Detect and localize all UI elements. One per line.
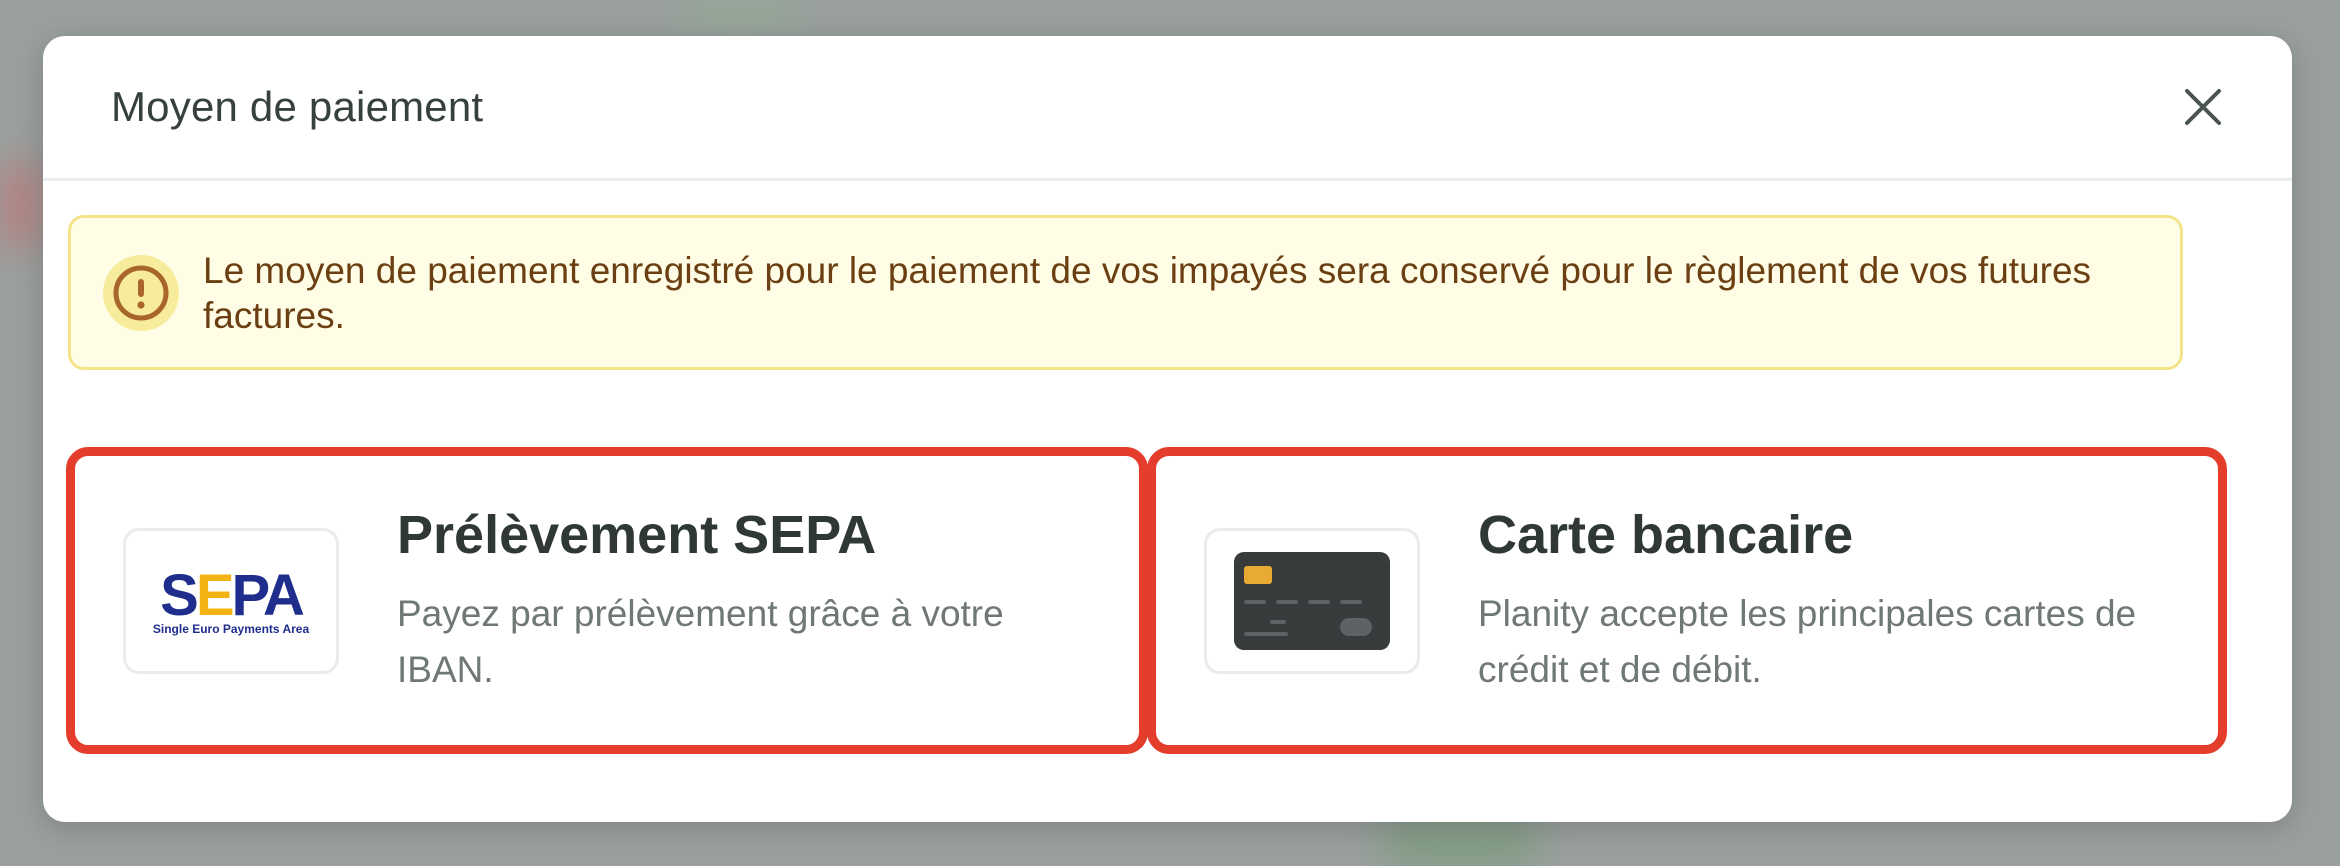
credit-card-option[interactable]: Carte bancaire Planity accepte les princ… bbox=[1147, 447, 2227, 754]
sepa-option-text: Prélèvement SEPA Payez par prélèvement g… bbox=[397, 504, 1057, 698]
credit-card-option-text: Carte bancaire Planity accepte les princ… bbox=[1478, 504, 2138, 698]
backdrop-shape bbox=[0, 160, 40, 250]
sepa-option[interactable]: SEPA € Single Euro Payments Area Prélève… bbox=[66, 447, 1148, 754]
credit-card-option-description: Planity accepte les principales cartes d… bbox=[1478, 592, 2137, 690]
credit-card-option-title: Carte bancaire bbox=[1478, 504, 1854, 565]
exclamation-circle-icon bbox=[103, 254, 179, 331]
sepa-logo-subtext: Single Euro Payments Area bbox=[153, 622, 310, 636]
close-icon bbox=[2185, 89, 2221, 125]
modal-title: Moyen de paiement bbox=[111, 83, 484, 130]
alert-message: Le moyen de paiement enregistré pour le … bbox=[203, 249, 2092, 336]
backdrop-shape bbox=[1380, 820, 1540, 866]
sepa-logo-graphic: SEPA € Single Euro Payments Area bbox=[153, 563, 310, 636]
close-button[interactable] bbox=[2178, 82, 2228, 132]
backdrop-shape bbox=[680, 0, 800, 30]
sepa-option-title: Prélèvement SEPA bbox=[397, 504, 877, 565]
modal-header: Moyen de paiement bbox=[43, 36, 2292, 181]
sepa-option-description: Payez par prélèvement grâce à votre IBAN… bbox=[397, 592, 1004, 690]
credit-card-icon bbox=[1234, 551, 1390, 650]
credit-card-logo bbox=[1204, 527, 1420, 674]
info-alert: Le moyen de paiement enregistré pour le … bbox=[68, 215, 2183, 370]
sepa-logo: SEPA € Single Euro Payments Area bbox=[123, 527, 339, 674]
